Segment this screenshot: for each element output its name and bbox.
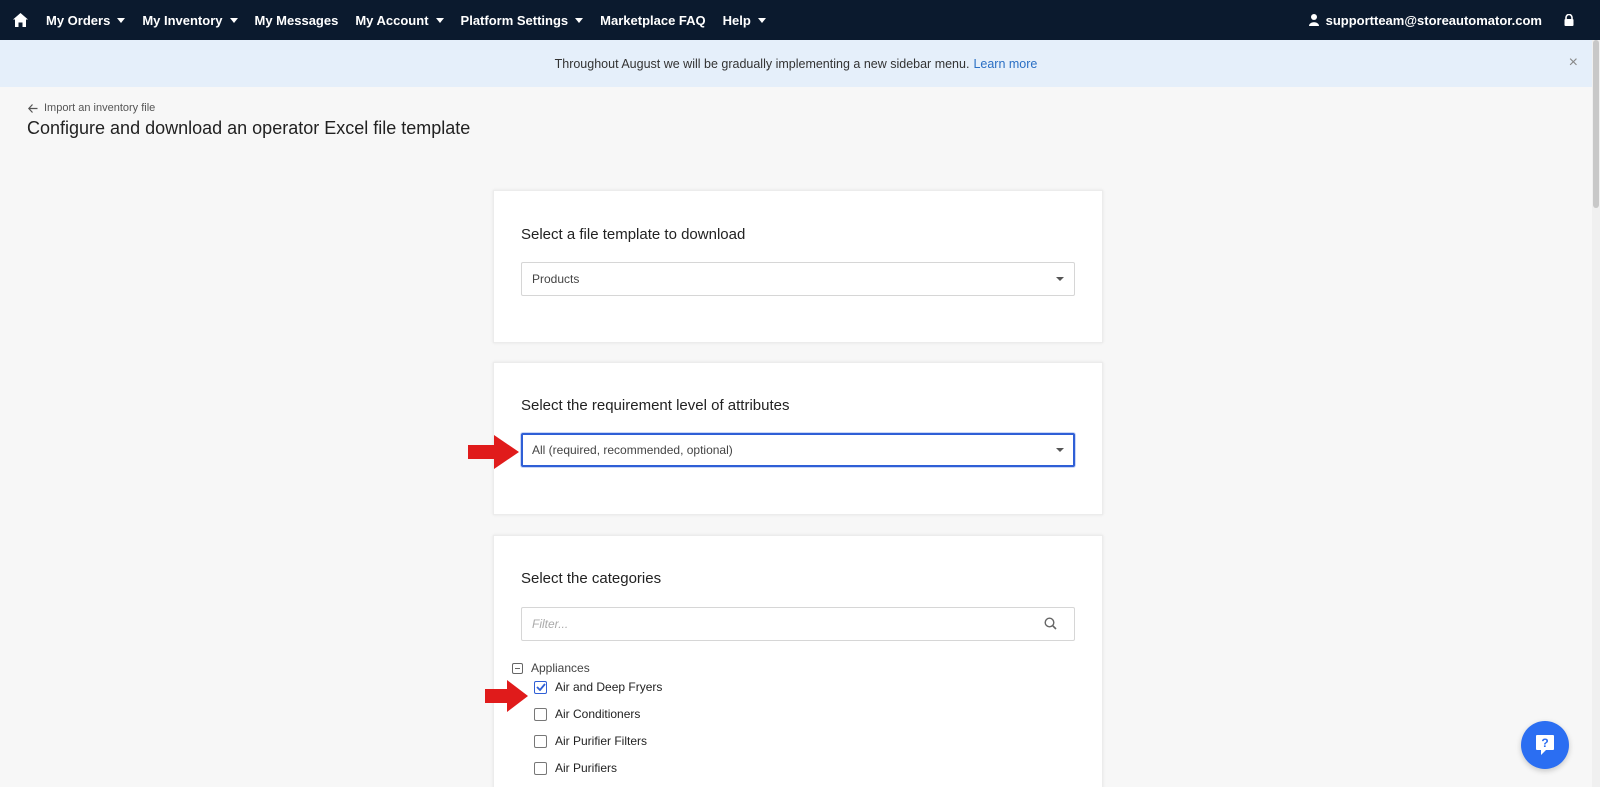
svg-text:?: ? (1541, 736, 1548, 750)
checkbox[interactable] (534, 734, 547, 748)
annotation-arrow-icon (468, 435, 519, 469)
categories-title: Select the categories (521, 570, 662, 587)
requirement-level-value: All (required, recommended, optional) (532, 443, 733, 457)
category-filter-input[interactable] (521, 607, 1075, 641)
nav-my-messages[interactable]: My Messages (255, 13, 339, 28)
category-item-label: Air Purifier Filters (555, 734, 648, 748)
category-item-label: Air and Deep Fryers (555, 680, 663, 694)
category-group-label: Appliances (531, 661, 590, 675)
requirement-level-title: Select the requirement level of attribut… (521, 397, 790, 414)
home-icon[interactable] (12, 12, 28, 28)
caret-down-icon (1056, 277, 1064, 281)
nav-marketplace-faq-label: Marketplace FAQ (600, 12, 706, 28)
announcement-text: Throughout August we will be gradually i… (554, 56, 970, 71)
close-icon[interactable]: × (1569, 55, 1578, 71)
user-email: supportteam@storeautomator.com (1325, 12, 1542, 28)
categories-card: Select the categories Appliances Air and… (493, 535, 1103, 787)
category-item[interactable]: Air Conditioners (534, 707, 640, 721)
category-item[interactable]: Air Purifiers (534, 761, 617, 775)
nav-my-orders[interactable]: My Orders (46, 12, 126, 28)
checkbox[interactable] (534, 761, 547, 775)
file-template-value: Products (532, 272, 580, 286)
file-template-card: Select a file template to download Produ… (493, 190, 1103, 343)
collapse-icon[interactable] (512, 662, 523, 674)
check-icon (535, 683, 546, 691)
category-item-label: Air Conditioners (555, 707, 641, 721)
top-navbar: My Orders My Inventory My Messages My Ac… (0, 0, 1600, 40)
nav-my-inventory-label: My Inventory (142, 12, 223, 28)
scrollbar-thumb[interactable] (1593, 40, 1599, 208)
requirement-level-select[interactable]: All (required, recommended, optional) (521, 433, 1075, 467)
back-link-label: Import an inventory file (44, 102, 156, 114)
search-icon (1044, 617, 1057, 630)
file-template-title: Select a file template to download (521, 226, 746, 243)
nav-platform-settings[interactable]: Platform Settings (461, 13, 584, 28)
user-account-menu[interactable]: supportteam@storeautomator.com (1308, 12, 1542, 28)
requirement-level-card: Select the requirement level of attribut… (493, 362, 1103, 515)
caret-down-icon (575, 17, 584, 23)
checkbox-checked[interactable] (534, 680, 547, 694)
page-title: Configure and download an operator Excel… (27, 118, 471, 138)
nav-my-messages-label: My Messages (254, 12, 339, 28)
nav-platform-settings-label: Platform Settings (460, 12, 569, 28)
caret-down-icon (757, 17, 766, 23)
page-scrollbar[interactable] (1592, 40, 1600, 787)
caret-down-icon (435, 17, 444, 23)
arrow-left-icon (28, 103, 38, 113)
category-item-label: Air Purifiers (555, 761, 618, 775)
announcement-banner: Throughout August we will be gradually i… (0, 40, 1592, 87)
category-group-appliances[interactable]: Appliances (512, 661, 590, 675)
learn-more-link[interactable]: Learn more (973, 57, 1037, 71)
category-item[interactable]: Air and Deep Fryers (534, 680, 662, 694)
help-question-icon: ? (1536, 735, 1554, 755)
caret-down-icon (229, 17, 238, 23)
lock-icon[interactable] (1564, 14, 1574, 26)
annotation-arrow-icon (485, 680, 528, 712)
nav-right-group: supportteam@storeautomator.com (1308, 12, 1588, 28)
checkbox[interactable] (534, 707, 547, 721)
caret-down-icon (1056, 448, 1064, 452)
caret-down-icon (117, 17, 126, 23)
nav-marketplace-faq[interactable]: Marketplace FAQ (600, 13, 706, 28)
nav-my-account-label: My Account (355, 12, 429, 28)
nav-help[interactable]: Help (723, 13, 766, 28)
back-link[interactable]: Import an inventory file (28, 102, 155, 114)
nav-help-label: Help (722, 12, 751, 28)
user-icon (1308, 14, 1319, 26)
nav-my-account[interactable]: My Account (355, 12, 444, 28)
help-chat-button[interactable]: ? (1521, 721, 1569, 769)
category-item[interactable]: Air Purifier Filters (534, 734, 647, 748)
nav-my-inventory[interactable]: My Inventory (142, 12, 238, 28)
nav-my-orders-label: My Orders (46, 12, 111, 28)
file-template-select[interactable]: Products (521, 262, 1075, 296)
